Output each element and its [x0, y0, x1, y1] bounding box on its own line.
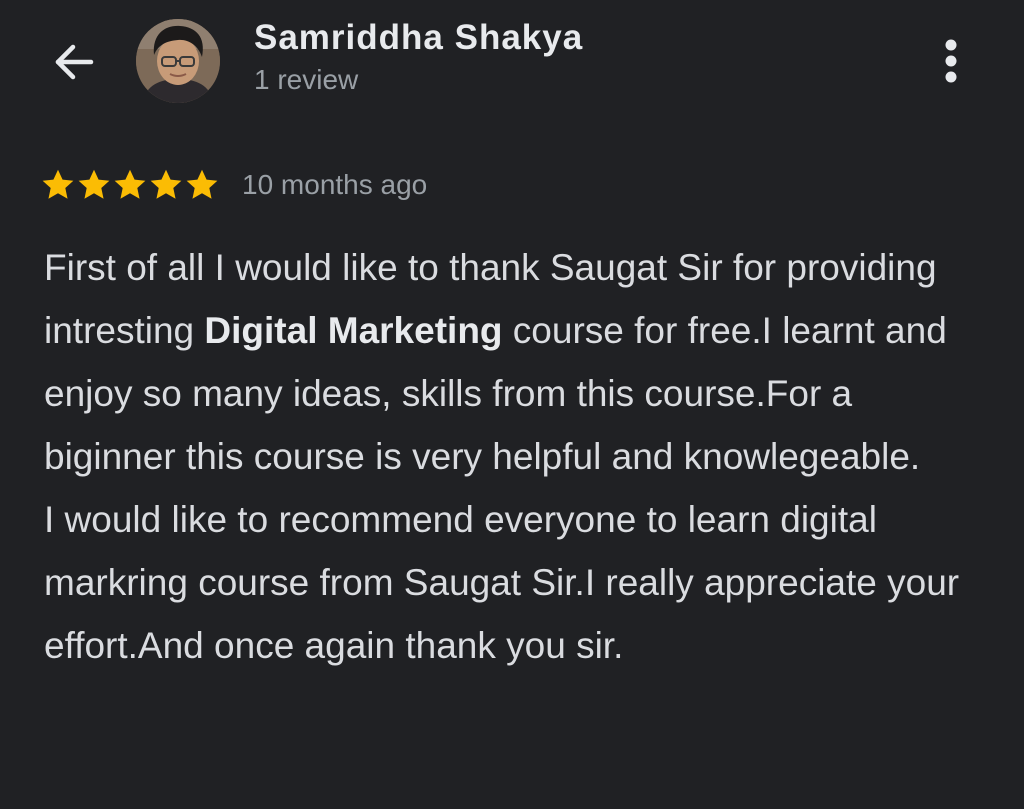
star-icon	[42, 169, 74, 199]
review-header: Samriddha Shakya 1 review	[0, 0, 1024, 140]
review-paragraph: I would like to recommend everyone to le…	[44, 499, 960, 666]
review-body: First of all I would like to thank Sauga…	[44, 236, 994, 677]
review-date: 10 months ago	[242, 169, 428, 200]
profile-photo	[136, 19, 220, 103]
star-rating	[40, 167, 220, 203]
arrow-left-icon	[55, 44, 94, 80]
star-icon	[150, 169, 182, 199]
review-highlight: Digital Marketing	[204, 310, 503, 351]
avatar[interactable]	[136, 19, 220, 103]
review-paragraph: First of all I would like to thank Sauga…	[44, 236, 994, 488]
more-vertical-icon	[945, 39, 957, 83]
star-icon	[78, 169, 110, 199]
review-count: 1 review	[254, 64, 359, 95]
star-icon	[186, 169, 218, 199]
back-button[interactable]	[44, 32, 104, 92]
more-options-button[interactable]	[926, 36, 976, 86]
rating-row: 10 months ago	[40, 164, 427, 206]
star-icon	[114, 169, 146, 199]
reviewer-name[interactable]: Samriddha Shakya	[254, 18, 583, 58]
